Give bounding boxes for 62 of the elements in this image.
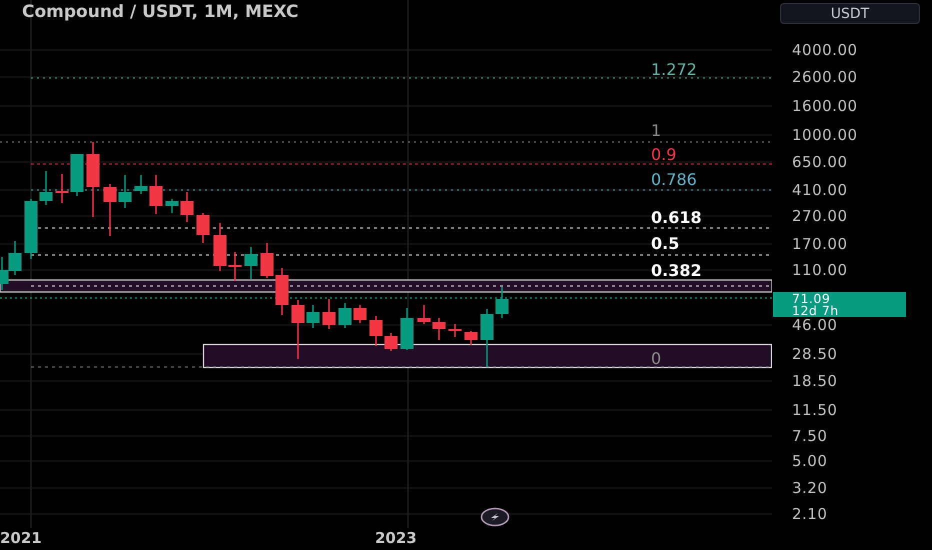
price-axis-label: 11.50 bbox=[792, 401, 838, 419]
candlestick bbox=[228, 252, 242, 281]
candlestick bbox=[214, 223, 226, 271]
fib-level-label: 1.272 bbox=[651, 60, 697, 79]
price-axis-label: 1000.00 bbox=[792, 126, 858, 144]
candlestick bbox=[448, 324, 462, 337]
candlestick bbox=[40, 171, 52, 205]
candlestick bbox=[244, 247, 258, 279]
price-axis-label: 2600.00 bbox=[792, 68, 858, 86]
last-price: 71.09 bbox=[792, 292, 832, 304]
currency-button[interactable]: USDT bbox=[780, 3, 920, 24]
fib-level-label: 0.5 bbox=[651, 234, 680, 253]
fib-level-label: 0.382 bbox=[651, 261, 702, 280]
candlestick bbox=[180, 192, 194, 222]
candlestick bbox=[150, 175, 162, 214]
candlestick bbox=[196, 213, 210, 243]
fib-level-label: 0.618 bbox=[651, 208, 702, 227]
candlestick bbox=[292, 300, 304, 359]
price-axis-label: 270.00 bbox=[792, 207, 848, 225]
candlestick bbox=[338, 303, 352, 328]
price-axis-label: 28.50 bbox=[792, 345, 838, 363]
candlestick bbox=[418, 305, 430, 324]
candlestick bbox=[322, 299, 336, 329]
candlestick bbox=[400, 308, 414, 350]
price-axis-label: 3.20 bbox=[792, 479, 828, 497]
candle-countdown: 12d 7h bbox=[792, 304, 840, 316]
price-axis-label: 1600.00 bbox=[792, 97, 858, 115]
candlestick bbox=[464, 331, 478, 345]
price-axis-label: 18.50 bbox=[792, 372, 838, 390]
candlestick bbox=[56, 174, 68, 203]
price-axis-label: 2.10 bbox=[792, 505, 828, 523]
time-axis-label: 2021 bbox=[0, 529, 42, 547]
candlestick bbox=[432, 318, 446, 340]
candlestick bbox=[354, 305, 366, 323]
fib-level-label: 1 bbox=[651, 121, 662, 140]
candlestick bbox=[384, 333, 398, 351]
fib-level-label: 0 bbox=[651, 349, 662, 368]
price-axis-label: 4000.00 bbox=[792, 41, 858, 59]
time-axis-label: 2023 bbox=[375, 529, 417, 547]
fib-level-label: 0.9 bbox=[651, 145, 676, 164]
price-axis-label: 410.00 bbox=[792, 181, 848, 199]
price-axis-label: 650.00 bbox=[792, 153, 848, 171]
candlestick bbox=[496, 287, 508, 318]
chart-title: Compound / USDT, 1M, MEXC bbox=[22, 2, 298, 22]
candlestick bbox=[166, 199, 178, 213]
candlestick bbox=[306, 305, 320, 328]
candlestick bbox=[480, 309, 494, 367]
price-axis-label: 5.00 bbox=[792, 452, 828, 470]
lightning-icon[interactable] bbox=[480, 507, 510, 527]
candlestick bbox=[24, 199, 38, 259]
price-axis-label: 170.00 bbox=[792, 235, 848, 253]
fib-level-label: 0.786 bbox=[651, 170, 697, 189]
candlestick bbox=[260, 243, 274, 278]
candlestick bbox=[104, 184, 116, 236]
price-axis-label: 110.00 bbox=[792, 261, 848, 279]
candlestick bbox=[276, 268, 288, 315]
candlestick bbox=[370, 316, 382, 346]
price-axis-label: 46.00 bbox=[792, 316, 838, 334]
candlestick bbox=[70, 154, 84, 196]
candlestick bbox=[118, 175, 132, 208]
price-axis-label: 7.50 bbox=[792, 427, 828, 445]
candlestick bbox=[134, 175, 148, 194]
